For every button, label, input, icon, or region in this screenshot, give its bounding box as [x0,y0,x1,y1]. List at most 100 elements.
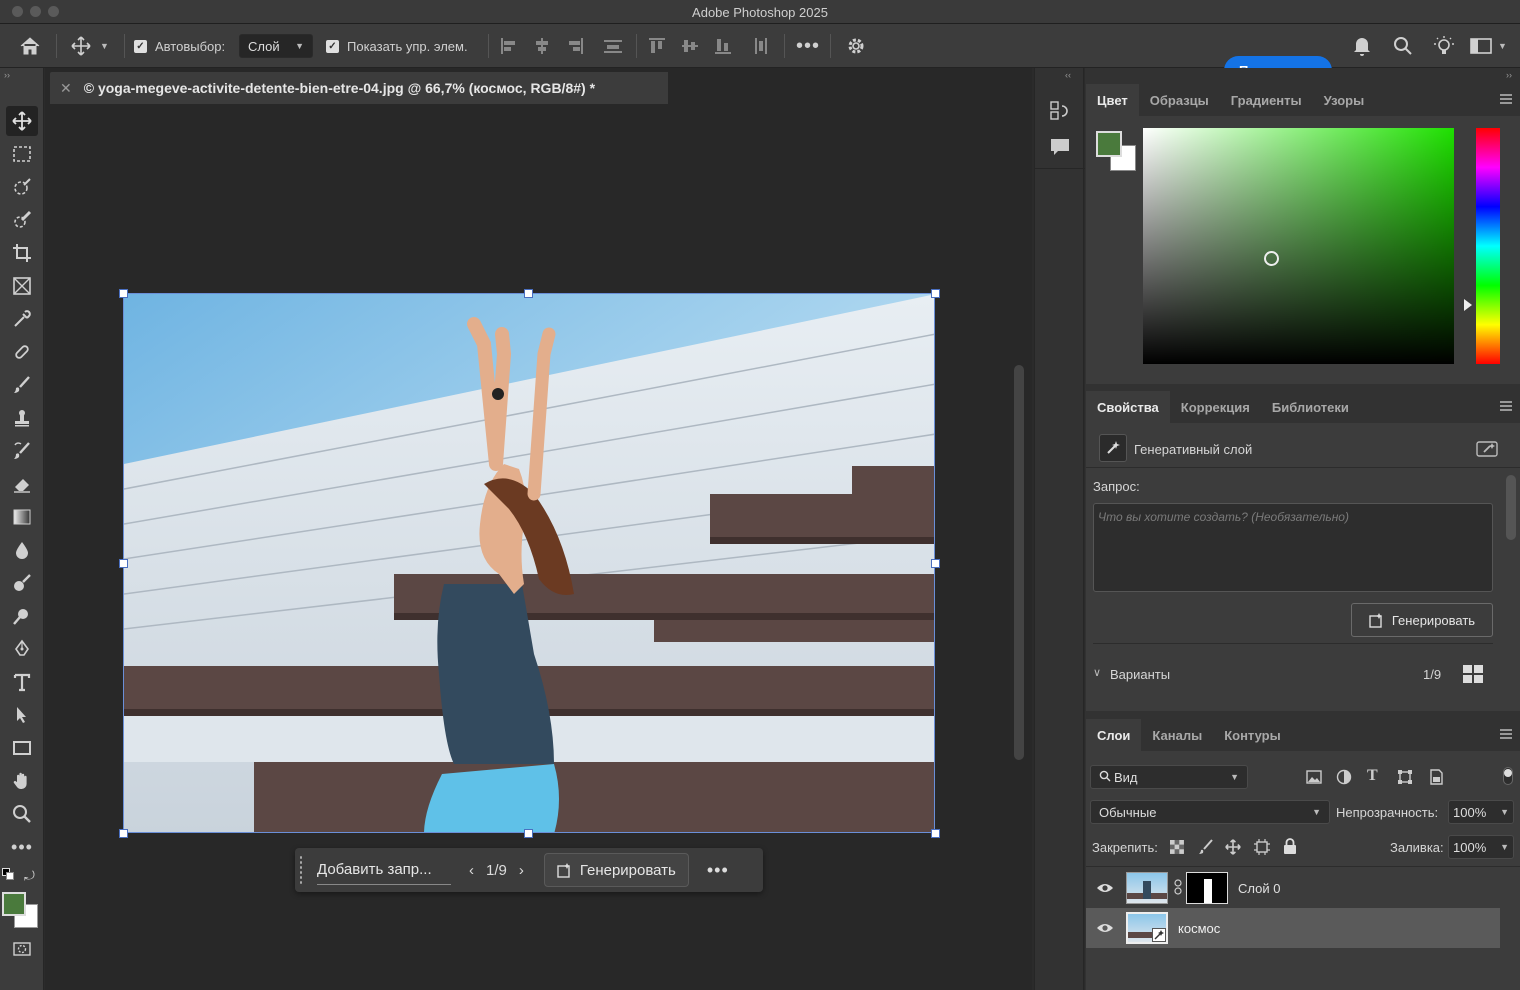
align-left-icon[interactable] [500,24,518,68]
magnifier-dodge-icon[interactable] [6,601,38,631]
transform-handle[interactable] [931,559,940,568]
move-tool-preset-icon[interactable]: ▼ [70,24,109,68]
path-selection-tool-icon[interactable] [6,700,38,730]
tab-libraries[interactable]: Библиотеки [1261,391,1360,423]
distribute-icon[interactable] [603,24,623,68]
tab-patterns[interactable]: Узоры [1313,84,1376,116]
comments-panel-icon[interactable] [1049,136,1071,161]
more-options-icon[interactable]: ••• [707,860,729,881]
lock-position-icon[interactable] [1225,839,1241,858]
align-bottom-icon[interactable] [714,24,732,68]
prompt-input[interactable]: Добавить запр... [317,855,451,885]
default-colors-icon[interactable] [2,868,14,880]
lock-pixels-icon[interactable] [1198,839,1214,858]
panel-menu-icon[interactable] [1500,94,1512,104]
document-image[interactable] [123,293,935,833]
layer-row[interactable]: Слой 0 [1086,868,1500,908]
properties-scrollbar[interactable] [1506,475,1516,540]
align-right-icon[interactable] [566,24,584,68]
generate-button[interactable]: Генерировать [543,853,689,887]
transform-handle[interactable] [931,829,940,838]
chevron-left-icon[interactable]: ‹ [469,862,474,879]
layer-name[interactable]: Слой 0 [1238,881,1280,896]
drag-handle[interactable] [299,855,303,885]
opacity-field[interactable]: 100% ▼ [1448,800,1514,824]
chevron-down-icon[interactable]: ▼ [1498,41,1507,51]
prompt-textarea[interactable]: Что вы хотите создать? (Необязательно) [1093,503,1493,592]
quick-mask-icon[interactable] [6,934,38,964]
gradient-tool-icon[interactable] [6,502,38,532]
filter-smart-object-icon[interactable] [1428,769,1444,788]
align-middle-icon[interactable] [681,24,699,68]
workspace-icon[interactable]: ▼ [1470,24,1507,68]
foreground-color-swatch[interactable] [1096,131,1122,157]
fill-field[interactable]: 100% ▼ [1448,835,1514,859]
marquee-tool-icon[interactable] [6,139,38,169]
grid-view-icon[interactable] [1463,665,1483,686]
transform-handle[interactable] [931,289,940,298]
layer-name[interactable]: космос [1178,921,1220,936]
autoselect-dropdown[interactable]: Слой ▼ [239,34,313,58]
layer-mask-thumbnail[interactable] [1186,872,1228,904]
chevron-down-icon[interactable]: ▼ [1500,807,1509,817]
tab-swatches[interactable]: Образцы [1139,84,1220,116]
filter-image-icon[interactable] [1306,769,1322,788]
crop-tool-icon[interactable] [6,238,38,268]
document-tab[interactable]: ✕ © yoga-megeve-activite-detente-bien-et… [50,72,668,104]
distribute-vertical-icon[interactable] [752,24,770,68]
blend-mode-dropdown[interactable]: Обычные ▼ [1090,800,1330,824]
show-controls-checkbox[interactable]: ✓ [326,39,339,53]
canvas-scrollbar[interactable] [1014,365,1024,760]
panel-menu-icon[interactable] [1500,729,1512,739]
layer-row[interactable]: космос [1086,908,1500,948]
autoselect-checkbox[interactable]: ✓ [134,39,147,53]
hue-slider-handle[interactable] [1464,299,1472,311]
close-icon[interactable]: ✕ [60,80,72,97]
hand-tool-icon[interactable] [6,766,38,796]
quick-selection-tool-icon[interactable] [6,205,38,235]
tab-gradients[interactable]: Градиенты [1220,84,1313,116]
tab-properties[interactable]: Свойства [1086,391,1170,423]
tab-adjustments[interactable]: Коррекция [1170,391,1261,423]
home-icon[interactable] [18,24,42,68]
lock-artboard-icon[interactable] [1253,839,1271,858]
dodge-tool-icon[interactable] [6,568,38,598]
color-field[interactable] [1143,128,1454,364]
transform-handle[interactable] [524,289,533,298]
filter-shape-icon[interactable] [1397,769,1413,788]
filter-type-icon[interactable]: T [1367,767,1378,785]
link-icon[interactable] [1174,878,1182,898]
transform-handle[interactable] [119,289,128,298]
tab-layers[interactable]: Слои [1086,719,1142,751]
frame-tool-icon[interactable] [6,271,38,301]
chevron-down-icon[interactable]: ∨ [1093,666,1101,679]
bell-icon[interactable] [1352,24,1372,68]
history-panel-icon[interactable] [1049,100,1071,125]
variants-label[interactable]: Варианты [1110,667,1170,682]
color-picker-ring[interactable] [1264,251,1279,266]
align-top-icon[interactable] [648,24,666,68]
object-selection-tool-icon[interactable] [6,172,38,202]
collapse-icon[interactable]: ‹‹ [1065,70,1071,80]
lock-transparency-icon[interactable] [1170,840,1184,857]
more-tools-icon[interactable]: ••• [6,832,38,862]
more-options-icon[interactable]: ••• [796,24,820,68]
pen-tool-icon[interactable] [6,634,38,664]
lightbulb-icon[interactable] [1433,24,1455,68]
generative-options-icon[interactable] [1476,440,1500,461]
type-tool-icon[interactable] [6,667,38,697]
history-brush-tool-icon[interactable] [6,436,38,466]
lock-all-icon[interactable] [1283,838,1297,857]
rectangle-tool-icon[interactable] [6,733,38,763]
transform-handle[interactable] [524,829,533,838]
chevron-right-icon[interactable]: › [519,862,524,879]
generate-button[interactable]: Генерировать [1351,603,1493,637]
move-tool-icon[interactable] [6,106,38,136]
layer-filter-dropdown[interactable]: Вид ▼ [1090,765,1248,789]
blur-tool-icon[interactable] [6,535,38,565]
chevron-down-icon[interactable]: ▼ [1500,842,1509,852]
tab-color[interactable]: Цвет [1086,84,1139,116]
foreground-color-swatch[interactable] [2,892,26,916]
tab-paths[interactable]: Контуры [1213,719,1292,751]
filter-adjustment-icon[interactable] [1336,769,1352,788]
